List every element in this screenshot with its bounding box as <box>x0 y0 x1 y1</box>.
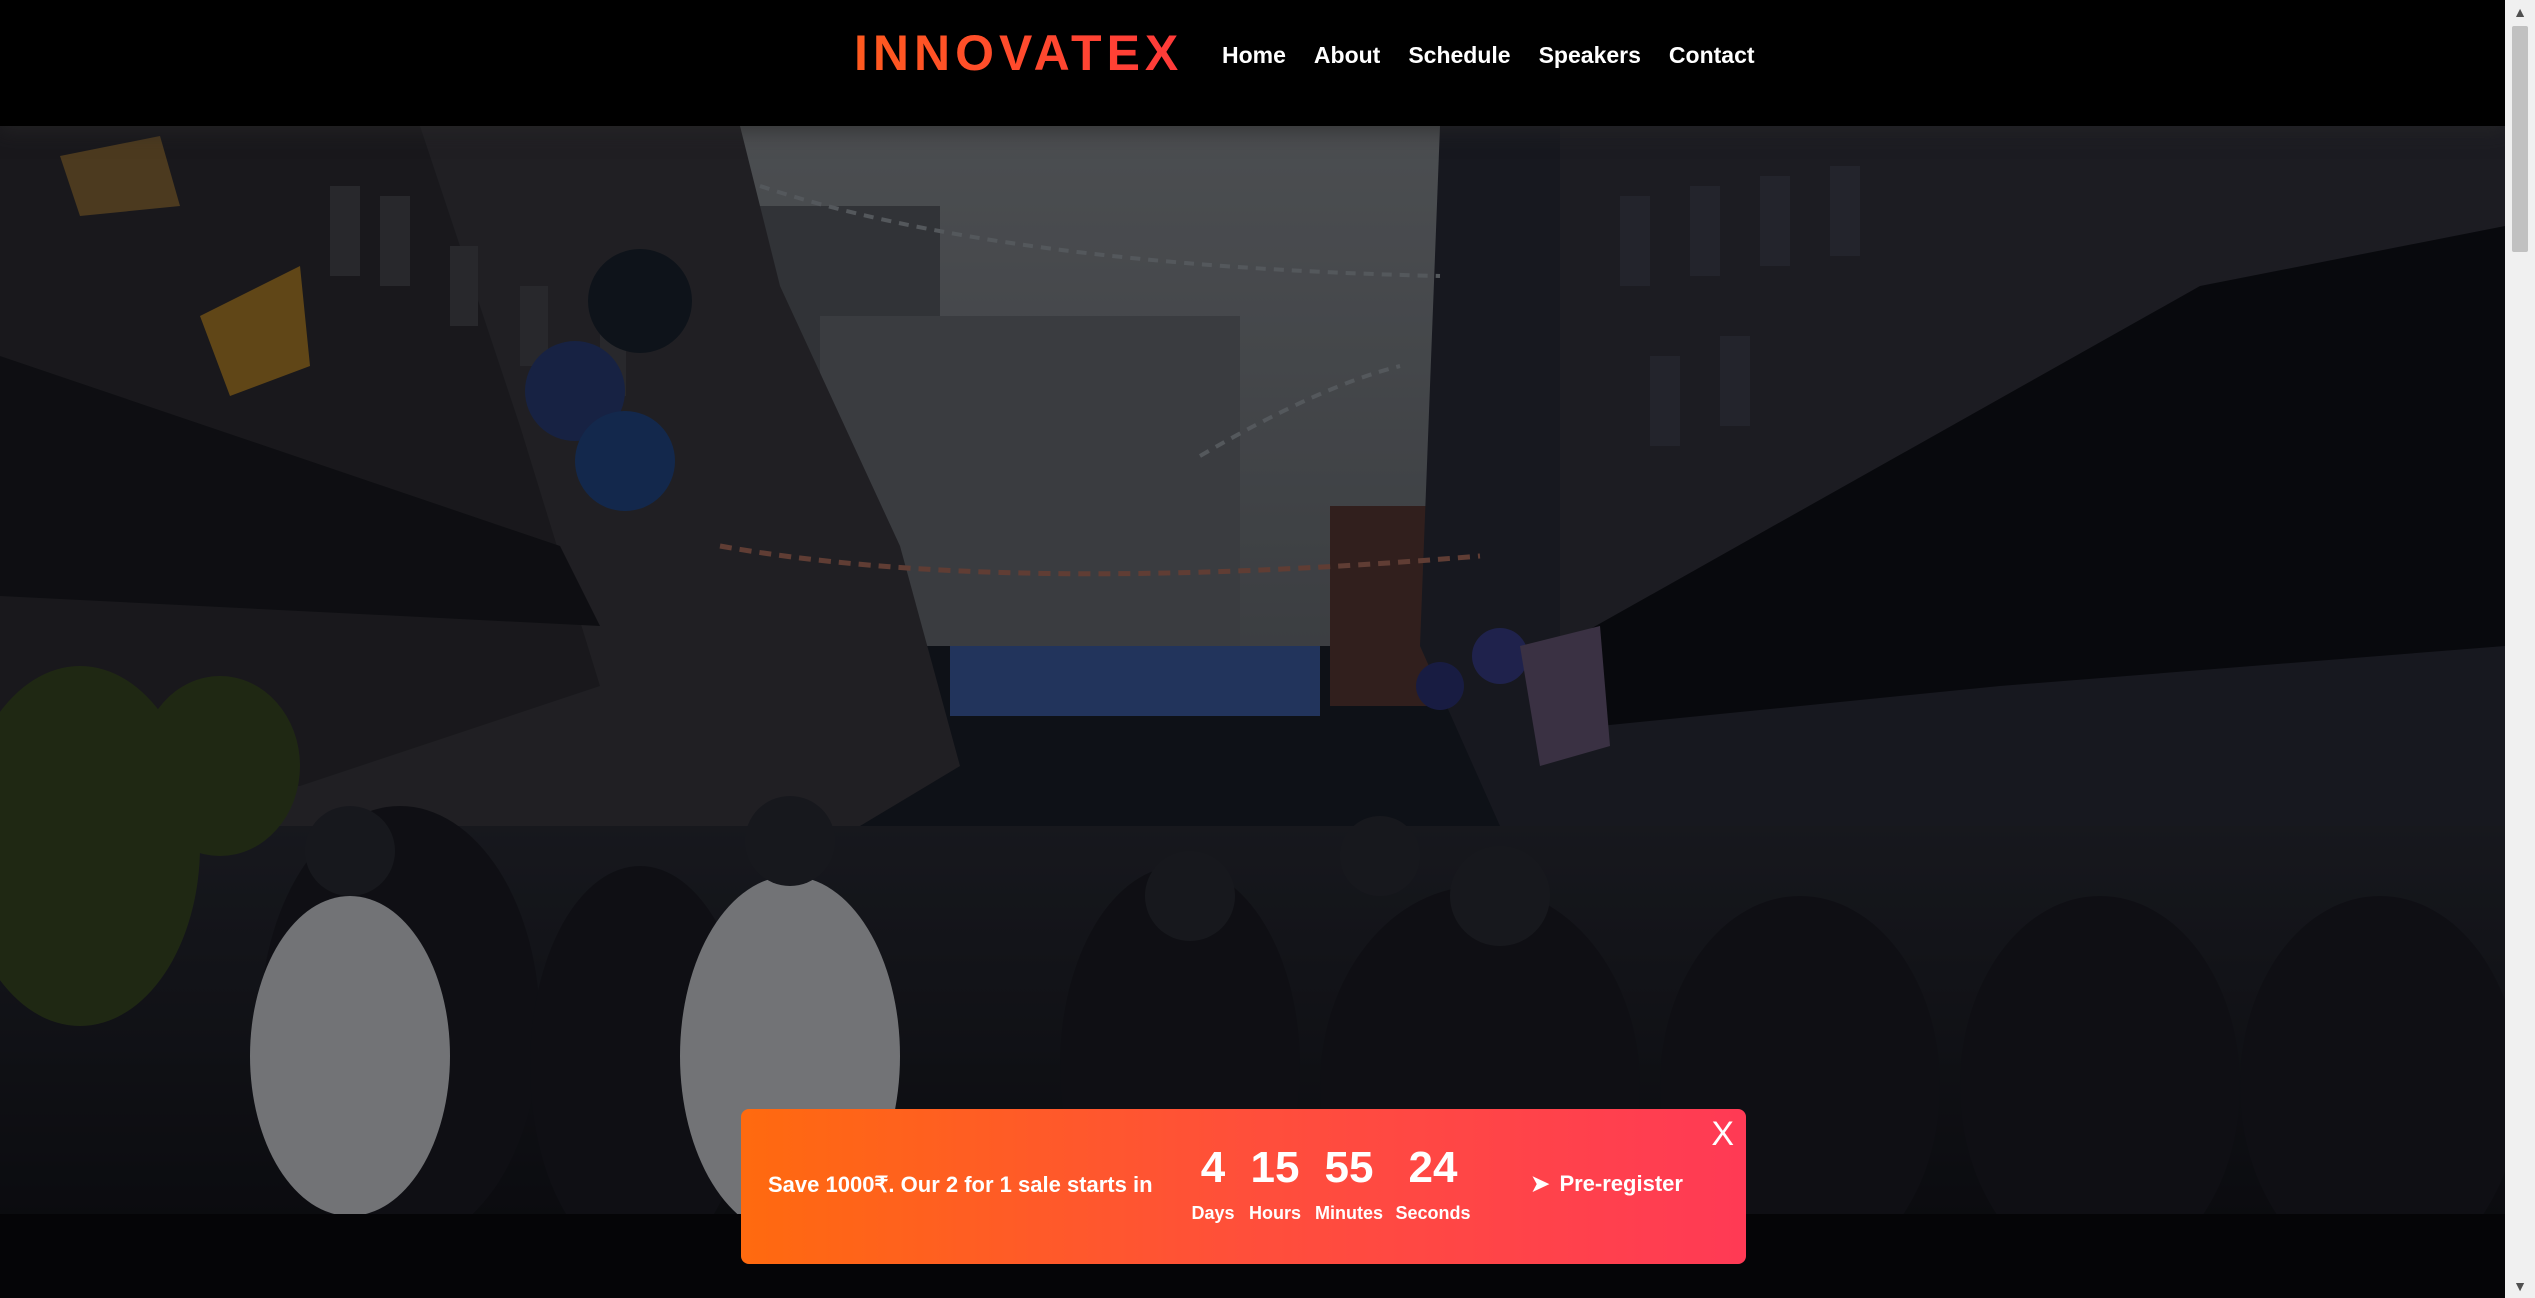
countdown-banner: Save 1000₹. Our 2 for 1 sale starts in 4… <box>741 1109 1746 1264</box>
countdown-minutes: 55 Minutes <box>1315 1145 1383 1224</box>
main-nav: Home About Schedule Speakers Contact <box>1222 42 1755 69</box>
pre-register-label: Pre-register <box>1559 1171 1683 1196</box>
site-header: INNOVATEX Home About Schedule Speakers C… <box>0 0 2505 126</box>
hero-video <box>0 126 2505 1214</box>
seconds-label: Seconds <box>1395 1203 1471 1223</box>
promo-text: Save 1000₹. Our 2 for 1 sale starts in <box>768 1172 1153 1197</box>
nav-contact-link[interactable]: Contact <box>1669 42 1755 69</box>
minutes-value: 55 <box>1324 1143 1374 1192</box>
seconds-value: 24 <box>1408 1143 1458 1192</box>
hours-label: Hours <box>1248 1203 1302 1223</box>
hero-overlay <box>0 126 2505 1214</box>
days-value: 4 <box>1200 1143 1226 1192</box>
countdown-hours: 15 Hours <box>1249 1145 1301 1224</box>
pre-register-button[interactable]: ➤ Pre-register <box>1531 1171 1683 1197</box>
vertical-scrollbar[interactable]: ▲ ▼ <box>2505 0 2535 1298</box>
days-label: Days <box>1191 1203 1235 1223</box>
hours-value: 15 <box>1250 1143 1300 1192</box>
scrollbar-thumb[interactable] <box>2512 26 2528 252</box>
countdown-seconds: 24 Seconds <box>1395 1145 1470 1224</box>
page-viewport: INNOVATEX Home About Schedule Speakers C… <box>0 0 2505 1298</box>
countdown-days: 4 Days <box>1191 1145 1234 1224</box>
close-banner-button[interactable]: X <box>1711 1115 1734 1154</box>
nav-home-link[interactable]: Home <box>1222 42 1286 69</box>
nav-about-link[interactable]: About <box>1314 42 1380 69</box>
scroll-down-arrow-icon[interactable]: ▼ <box>2505 1274 2535 1298</box>
minutes-label: Minutes <box>1314 1203 1384 1223</box>
site-logo[interactable]: INNOVATEX <box>854 24 1183 82</box>
nav-speakers-link[interactable]: Speakers <box>1539 42 1641 69</box>
scroll-up-arrow-icon[interactable]: ▲ <box>2505 0 2535 24</box>
send-arrow-icon: ➤ <box>1531 1171 1550 1196</box>
nav-schedule-link[interactable]: Schedule <box>1408 42 1510 69</box>
